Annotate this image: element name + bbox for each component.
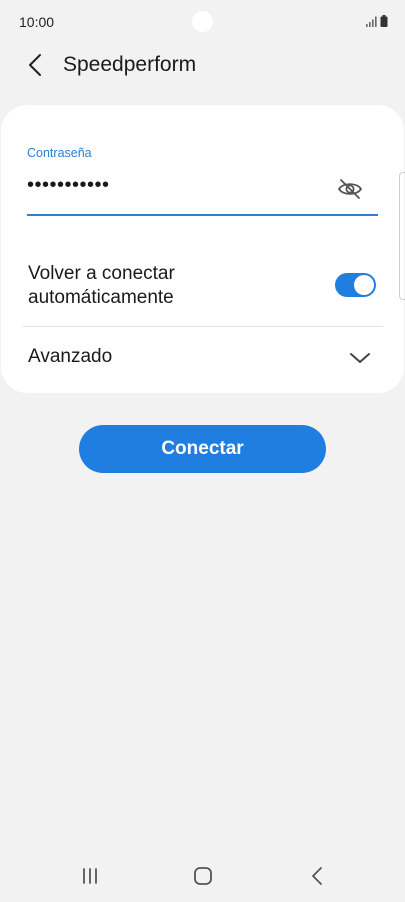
eye-off-icon <box>337 179 363 199</box>
password-label: Contraseña <box>27 146 92 160</box>
chevron-left-icon <box>29 54 41 76</box>
status-icons <box>366 15 388 27</box>
nav-recents-button[interactable] <box>78 864 102 888</box>
password-underline <box>27 214 378 216</box>
auto-reconnect-row[interactable]: Volver a conectar automáticamente <box>23 255 383 325</box>
status-bar: 10:00 <box>0 0 405 44</box>
page-title: Speedperform <box>63 53 197 76</box>
advanced-label: Avanzado <box>28 346 113 367</box>
app-header: Speedperform <box>0 44 405 90</box>
toggle-thumb <box>354 275 374 295</box>
wifi-settings-card: Contraseña Volver a conectar automáticam… <box>1 105 404 393</box>
scroll-indicator[interactable] <box>399 172 405 300</box>
password-input[interactable] <box>27 169 317 201</box>
auto-reconnect-label: Volver a conectar automáticamente <box>28 263 175 308</box>
battery-icon <box>380 15 388 27</box>
password-visibility-toggle[interactable] <box>336 175 364 203</box>
navigation-bar <box>0 850 405 902</box>
recents-icon <box>83 868 97 884</box>
camera-cutout <box>192 11 213 32</box>
home-icon <box>194 867 212 885</box>
auto-reconnect-toggle[interactable] <box>335 273 376 297</box>
signal-icon <box>366 16 377 27</box>
status-time: 10:00 <box>19 14 55 30</box>
back-icon <box>312 867 322 885</box>
back-button[interactable] <box>20 50 50 80</box>
nav-back-button[interactable] <box>305 864 329 888</box>
advanced-row[interactable]: Avanzado <box>23 327 383 387</box>
connect-button[interactable]: Conectar <box>79 425 326 473</box>
chevron-down-icon <box>350 353 370 363</box>
nav-home-button[interactable] <box>190 864 216 888</box>
